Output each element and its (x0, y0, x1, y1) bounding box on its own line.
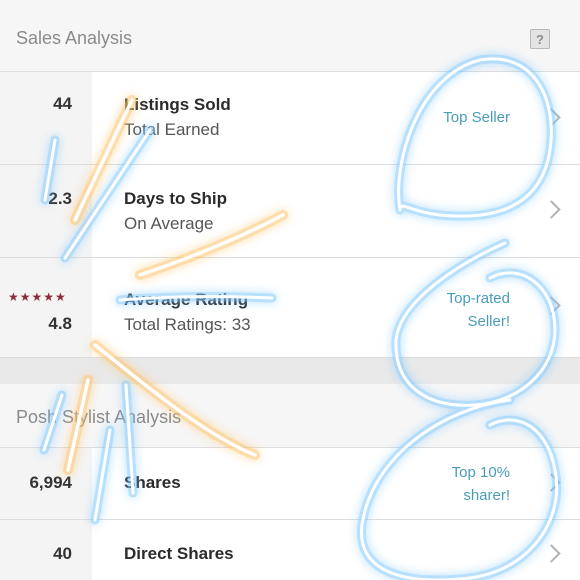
listings-sold-title: Listings Sold (124, 95, 231, 114)
total-earned-subtitle: Total Earned (124, 120, 220, 139)
section-title-sales-analysis: Sales Analysis (16, 28, 133, 48)
days-to-ship-title: Days to Ship (124, 189, 227, 208)
direct-shares-row[interactable]: 40 Direct Shares (0, 520, 580, 580)
top-seller-badge: Top Seller (443, 109, 510, 126)
posh-stylist-analysis-header: Posh Stylist Analysis (0, 384, 580, 448)
metric-column: 2.3 (0, 165, 92, 257)
metric-column: 40 (0, 520, 92, 580)
average-rating-row[interactable]: ★★★★★ 4.8 Average Rating Total Ratings: … (0, 258, 580, 358)
top-sharer-badge: Top 10% sharer! (451, 464, 510, 504)
top-rated-seller-badge: Top-rated Seller! (446, 290, 510, 330)
star-icon: ★★★★★ (8, 290, 67, 304)
shares-title: Shares (124, 473, 181, 492)
metric-column: 6,994 (0, 448, 92, 519)
direct-shares-count: 40 (53, 544, 72, 563)
days-to-ship-value: 2.3 (48, 189, 72, 208)
sales-analysis-header: Sales Analysis ? (0, 0, 580, 72)
section-divider (0, 358, 580, 384)
on-average-subtitle: On Average (124, 214, 214, 233)
shares-row[interactable]: 6,994 Shares Top 10% sharer! (0, 448, 580, 520)
sales-analysis-screen: Sales Analysis ? 44 Listings Sold Total … (0, 0, 580, 580)
total-ratings-subtitle: Total Ratings: 33 (124, 315, 251, 334)
shares-count: 6,994 (29, 473, 72, 492)
metric-column: 44 (0, 72, 92, 164)
listings-sold-row[interactable]: 44 Listings Sold Total Earned Top Seller (0, 72, 580, 165)
average-rating-value: 4.8 (48, 314, 72, 333)
days-to-ship-row[interactable]: 2.3 Days to Ship On Average (0, 165, 580, 258)
listings-sold-count: 44 (53, 94, 72, 113)
help-icon[interactable]: ? (530, 29, 550, 49)
direct-shares-title: Direct Shares (124, 544, 234, 563)
average-rating-title: Average Rating (124, 290, 249, 309)
section-title-posh-stylist-analysis: Posh Stylist Analysis (16, 407, 182, 427)
metric-column: ★★★★★ 4.8 (0, 258, 92, 357)
chevron-right-icon[interactable] (542, 473, 561, 492)
chevron-right-icon[interactable] (542, 108, 561, 127)
chevron-right-icon[interactable] (542, 296, 561, 315)
chevron-right-icon[interactable] (542, 544, 561, 563)
chevron-right-icon[interactable] (542, 200, 561, 219)
